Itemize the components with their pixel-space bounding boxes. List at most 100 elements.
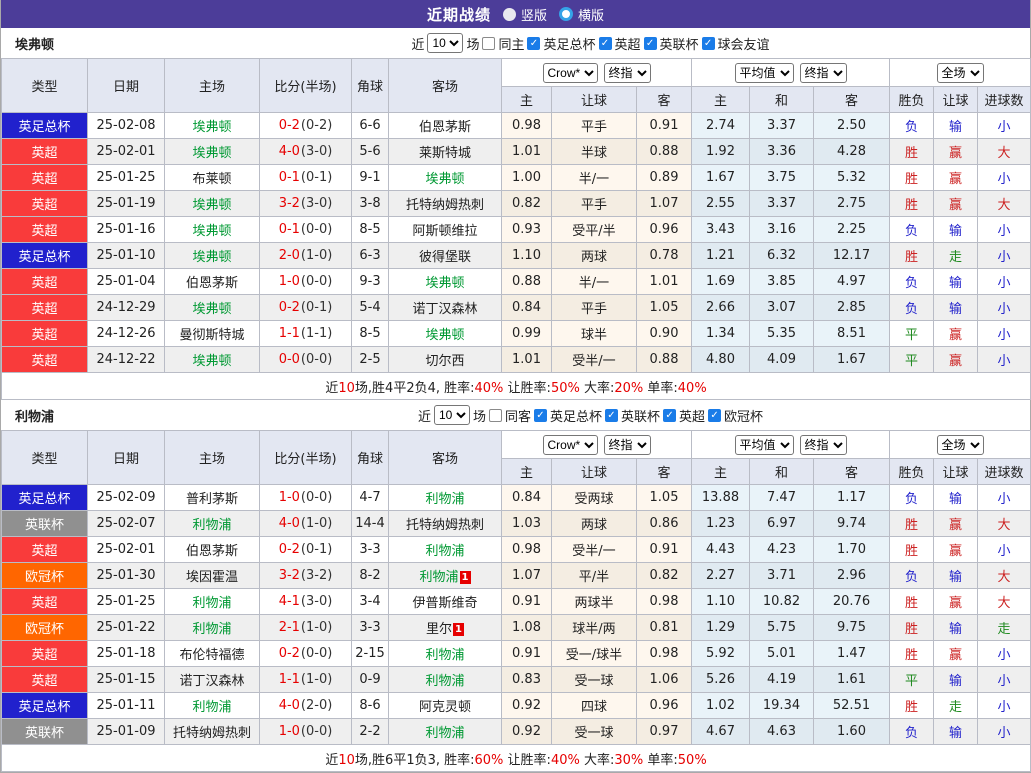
home-team[interactable]: 普利茅斯 bbox=[164, 484, 260, 511]
radio-horizontal-icon[interactable] bbox=[559, 7, 573, 21]
league-checkbox[interactable] bbox=[533, 408, 547, 422]
score-halftime[interactable]: 4-0(3-0) bbox=[259, 138, 352, 165]
league-label: 英联杯 bbox=[621, 409, 661, 425]
score-halftime[interactable]: 3-2(3-2) bbox=[259, 562, 352, 589]
home-team[interactable]: 埃弗顿 bbox=[164, 190, 260, 217]
league-checkbox[interactable] bbox=[663, 408, 677, 422]
away-team[interactable]: 利物浦 bbox=[388, 536, 502, 563]
home-team[interactable]: 埃弗顿 bbox=[164, 138, 260, 165]
away-team[interactable]: 利物浦 1 bbox=[388, 562, 502, 589]
result-winlose: 胜 bbox=[889, 692, 935, 719]
away-team[interactable]: 莱斯特城 bbox=[388, 138, 502, 165]
away-team[interactable]: 利物浦 bbox=[388, 484, 502, 511]
final-odds-select[interactable]: 终指 bbox=[603, 62, 651, 83]
score-halftime[interactable]: 4-0(1-0) bbox=[259, 510, 352, 537]
league-checkbox[interactable] bbox=[708, 408, 722, 422]
layout-option-vertical[interactable]: 竖版 bbox=[502, 5, 547, 24]
match-date: 25-01-15 bbox=[87, 666, 165, 693]
score-halftime[interactable]: 2-0(1-0) bbox=[259, 242, 352, 269]
score-halftime[interactable]: 1-0(0-0) bbox=[259, 484, 352, 511]
away-team[interactable]: 利物浦 bbox=[388, 666, 502, 693]
avg-home-odds: 13.88 bbox=[691, 484, 750, 511]
score-halftime[interactable]: 1-0(0-0) bbox=[259, 268, 352, 295]
score-halftime[interactable]: 1-0(0-0) bbox=[259, 718, 352, 745]
same-venue-checkbox[interactable] bbox=[482, 36, 496, 50]
score-halftime[interactable]: 0-2(0-2) bbox=[259, 112, 352, 139]
away-team[interactable]: 利物浦 bbox=[388, 640, 502, 667]
home-team[interactable]: 诺丁汉森林 bbox=[164, 666, 260, 693]
score-halftime[interactable]: 0-2(0-0) bbox=[259, 640, 352, 667]
league-checkbox[interactable] bbox=[643, 36, 657, 50]
score-halftime[interactable]: 0-0(0-0) bbox=[259, 346, 352, 373]
home-team[interactable]: 利物浦 bbox=[164, 692, 260, 719]
league-checkbox[interactable] bbox=[527, 36, 541, 50]
final-odds-select[interactable]: 终指 bbox=[799, 434, 847, 455]
home-team[interactable]: 埃因霍温 bbox=[164, 562, 260, 589]
score-halftime[interactable]: 3-2(3-0) bbox=[259, 190, 352, 217]
recent-count-select[interactable]: 10 bbox=[427, 33, 464, 53]
avg-draw-odds: 4.63 bbox=[749, 718, 814, 745]
home-team[interactable]: 伯恩茅斯 bbox=[164, 536, 260, 563]
away-team[interactable]: 埃弗顿 bbox=[388, 320, 502, 347]
recent-count-select[interactable]: 10 bbox=[433, 405, 470, 425]
home-team[interactable]: 利物浦 bbox=[164, 510, 260, 537]
same-venue-checkbox[interactable] bbox=[488, 408, 502, 422]
away-team[interactable]: 阿克灵顿 bbox=[388, 692, 502, 719]
away-team[interactable]: 诺丁汉森林 bbox=[388, 294, 502, 321]
average-select[interactable]: 平均值 bbox=[734, 62, 794, 83]
away-odds: 0.88 bbox=[636, 346, 692, 373]
score-halftime[interactable]: 1-1(1-0) bbox=[259, 666, 352, 693]
average-select[interactable]: 平均值 bbox=[734, 434, 794, 455]
score-halftime[interactable]: 2-1(1-0) bbox=[259, 614, 352, 641]
home-team[interactable]: 利物浦 bbox=[164, 614, 260, 641]
away-team[interactable]: 伯恩茅斯 bbox=[388, 112, 502, 139]
handicap-line: 平手 bbox=[551, 294, 637, 321]
layout-option-horizontal[interactable]: 横版 bbox=[559, 5, 604, 24]
scope-select[interactable]: 全场 bbox=[936, 434, 984, 455]
score-halftime[interactable]: 0-1(0-0) bbox=[259, 216, 352, 243]
home-team[interactable]: 埃弗顿 bbox=[164, 216, 260, 243]
away-team[interactable]: 埃弗顿 bbox=[388, 164, 502, 191]
home-team[interactable]: 曼彻斯特城 bbox=[164, 320, 260, 347]
final-odds-select[interactable]: 终指 bbox=[603, 434, 651, 455]
home-team[interactable]: 托特纳姆热刺 bbox=[164, 718, 260, 745]
bookmaker-select[interactable]: Crow* bbox=[542, 434, 598, 455]
league-checkbox[interactable] bbox=[598, 36, 612, 50]
away-team[interactable]: 切尔西 bbox=[388, 346, 502, 373]
avg-home-odds: 1.23 bbox=[691, 510, 750, 537]
score-halftime[interactable]: 1-1(1-1) bbox=[259, 320, 352, 347]
bookmaker-dropdown-cell: Crow* 终指 bbox=[501, 58, 692, 87]
home-team[interactable]: 埃弗顿 bbox=[164, 294, 260, 321]
bookmaker-select[interactable]: Crow* bbox=[542, 62, 598, 83]
away-team[interactable]: 阿斯顿维拉 bbox=[388, 216, 502, 243]
away-team[interactable]: 托特纳姆热刺 bbox=[388, 510, 502, 537]
avg-away-odds: 2.85 bbox=[812, 294, 891, 321]
score-halftime[interactable]: 0-1(0-1) bbox=[259, 164, 352, 191]
score-halftime[interactable]: 0-2(0-1) bbox=[259, 536, 352, 563]
score-halftime[interactable]: 4-0(2-0) bbox=[259, 692, 352, 719]
home-team[interactable]: 埃弗顿 bbox=[164, 112, 260, 139]
home-team[interactable]: 伯恩茅斯 bbox=[164, 268, 260, 295]
home-team[interactable]: 埃弗顿 bbox=[164, 242, 260, 269]
result-goals: 大 bbox=[977, 190, 1031, 217]
score-halftime[interactable]: 0-2(0-1) bbox=[259, 294, 352, 321]
league-checkbox[interactable] bbox=[701, 36, 715, 50]
radio-vertical-icon[interactable] bbox=[502, 7, 516, 21]
league-type-badge: 英超 bbox=[1, 190, 88, 217]
away-team[interactable]: 利物浦 bbox=[388, 718, 502, 745]
away-team[interactable]: 埃弗顿 bbox=[388, 268, 502, 295]
scope-select[interactable]: 全场 bbox=[936, 62, 984, 83]
away-team[interactable]: 托特纳姆热刺 bbox=[388, 190, 502, 217]
final-odds-select[interactable]: 终指 bbox=[799, 62, 847, 83]
score-halftime[interactable]: 4-1(3-0) bbox=[259, 588, 352, 615]
away-team[interactable]: 伊普斯维奇 bbox=[388, 588, 502, 615]
home-team[interactable]: 布伦特福德 bbox=[164, 640, 260, 667]
home-team[interactable]: 埃弗顿 bbox=[164, 346, 260, 373]
away-team[interactable]: 里尔 1 bbox=[388, 614, 502, 641]
avg-away-odds: 9.74 bbox=[812, 510, 891, 537]
league-checkbox[interactable] bbox=[605, 408, 618, 422]
summary-line: 近10场,胜6平1负3, 胜率:60% 让胜率:40% 大率:30% 单率:50… bbox=[0, 744, 1031, 772]
home-team[interactable]: 利物浦 bbox=[164, 588, 260, 615]
home-team[interactable]: 布莱顿 bbox=[164, 164, 260, 191]
away-team[interactable]: 彼得堡联 bbox=[388, 242, 502, 269]
